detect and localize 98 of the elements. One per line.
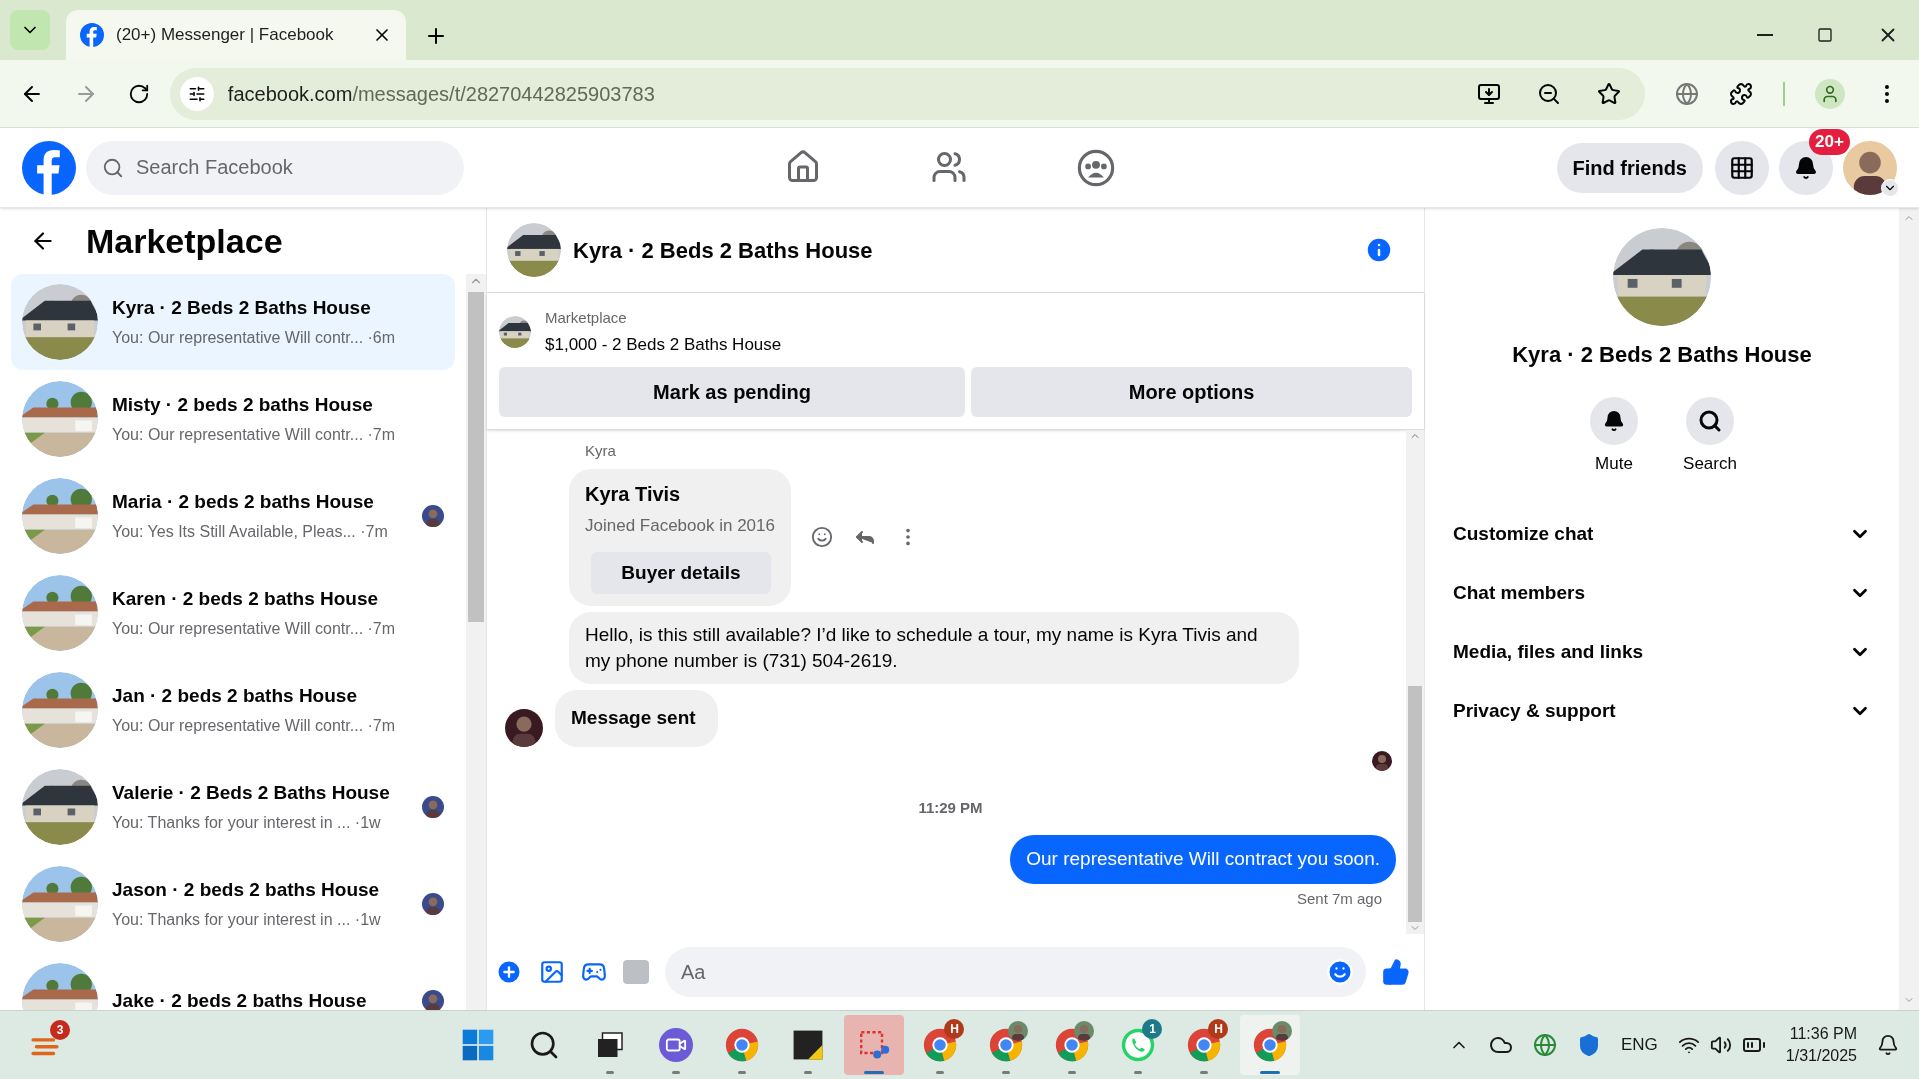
- add-icon[interactable]: [495, 958, 523, 986]
- profile-icon[interactable]: [1815, 78, 1845, 109]
- message-preview: You: Our representative Will contr... ·7m: [112, 425, 396, 446]
- find-friends-button[interactable]: Find friends: [1556, 142, 1703, 193]
- browser-tab[interactable]: (20+) Messenger | Facebook: [66, 10, 406, 60]
- accordion-item[interactable]: Media, files and links: [1447, 622, 1877, 682]
- message-bubble: Hello, is this still available? I’d like to schedule a tour, my name is Kyra Tivis and my phone number is (731) 504-2619.: [569, 612, 1299, 684]
- bookmark-star-icon[interactable]: [1597, 81, 1622, 106]
- running-indicator: [1134, 1071, 1143, 1074]
- conversation-name: Karen · 2 beds 2 baths House: [112, 586, 380, 611]
- notification-badge: 3: [50, 1020, 70, 1040]
- address-bar[interactable]: facebook.com/messages/t/28270442825903783: [169, 67, 1646, 120]
- task-view-icon[interactable]: [595, 1030, 626, 1060]
- bell-icon: [1603, 410, 1625, 432]
- extensions-icon[interactable]: [1729, 81, 1754, 106]
- conversation-item[interactable]: Kyra · 2 Beds 2 Baths House You: Our representative Will contr... ·6m: [11, 274, 455, 370]
- globe-icon[interactable]: [1675, 81, 1700, 106]
- message-preview: You: Thanks for your interest in ... ·1w: [112, 910, 381, 931]
- snipping-tool-icon[interactable]: [858, 1029, 891, 1061]
- notification-badge: 20+: [1809, 128, 1850, 155]
- apps-grid-icon: [1729, 154, 1755, 181]
- globe-icon[interactable]: [1532, 1033, 1557, 1057]
- tab-title: (20+) Messenger | Facebook: [116, 24, 335, 47]
- buyer-details-button[interactable]: Buyer details: [591, 552, 771, 594]
- chrome-icon[interactable]: [725, 1028, 760, 1062]
- details-title: Kyra · 2 Beds 2 Baths House: [1512, 341, 1812, 369]
- windows-icon[interactable]: [461, 1028, 496, 1062]
- search-field[interactable]: Search Facebook: [86, 140, 464, 195]
- conversation-item[interactable]: Valerie · 2 Beds 2 Baths House You: Thanks for your interest in ... ·1w: [11, 759, 455, 855]
- bell-icon: [1794, 155, 1818, 180]
- message-bubble: Message sent: [555, 690, 718, 747]
- restore-icon[interactable]: [1817, 27, 1833, 43]
- scrollbar[interactable]: [466, 274, 486, 1010]
- listing-action-button[interactable]: Mark as pending: [499, 367, 965, 417]
- conversation-item[interactable]: Misty · 2 beds 2 baths House You: Our representative Will contr... ·7m: [11, 371, 455, 467]
- zoom-icon[interactable]: [1537, 81, 1562, 106]
- message-preview: You: Yes Its Still Available, Pleas... ·7m: [112, 522, 388, 543]
- facebook-logo-icon: [80, 23, 104, 47]
- running-indicator: [1068, 1071, 1077, 1074]
- search-icon: [1698, 409, 1722, 433]
- accordion-item[interactable]: Customize chat: [1447, 504, 1877, 564]
- profile-subtitle: Joined Facebook in 2016: [585, 514, 775, 537]
- info-icon[interactable]: [1364, 235, 1394, 265]
- conversation-name: Kyra · 2 Beds 2 Baths House: [112, 295, 372, 320]
- message-timestamp: 11:29 PM: [918, 797, 983, 818]
- notification-badge: H: [1208, 1019, 1229, 1039]
- volume-icon[interactable]: [1709, 1034, 1732, 1056]
- react-icon[interactable]: [811, 526, 833, 549]
- conversation-name: Maria · 2 beds 2 baths House: [112, 489, 375, 514]
- reload-icon[interactable]: [127, 82, 150, 105]
- video-chat-icon[interactable]: [659, 1028, 694, 1062]
- conversation-name: Valerie · 2 Beds 2 Baths House: [112, 780, 391, 805]
- chat-title: Kyra · 2 Beds 2 Baths House: [573, 236, 874, 265]
- profile-name: Kyra Tivis: [585, 481, 682, 507]
- notification-badge: 1: [1142, 1019, 1163, 1039]
- conversation-item[interactable]: Maria · 2 beds 2 baths House You: Yes Its Still Available, Pleas... ·7m: [11, 468, 455, 564]
- like-icon[interactable]: [1382, 958, 1410, 986]
- conversation-item[interactable]: Jason · 2 beds 2 baths House You: Thanks for your interest in ... ·1w: [11, 856, 455, 952]
- accordion-item[interactable]: Chat members: [1447, 563, 1877, 623]
- conversation-item[interactable]: Jan · 2 beds 2 baths House You: Our representative Will contr... ·7m: [11, 662, 455, 758]
- listing-action-button[interactable]: More options: [971, 367, 1412, 417]
- accordion-item[interactable]: Privacy & support: [1447, 681, 1877, 741]
- listing-title: $1,000 - 2 Beds 2 Baths House: [545, 333, 782, 356]
- message-preview: You: Our representative Will contr... ·7m: [112, 619, 396, 640]
- message-status: Sent 7m ago: [1296, 888, 1382, 909]
- running-indicator: [936, 1071, 945, 1074]
- sticky-notes-icon[interactable]: [792, 1029, 825, 1061]
- running-indicator: [1002, 1071, 1011, 1074]
- clock[interactable]: 11:36 PM 1/31/2025: [1785, 1023, 1857, 1067]
- message-bubble: Our representative Will contract you soon.: [1010, 835, 1396, 884]
- running-indicator: [1200, 1071, 1209, 1074]
- url-text: facebook.com/messages/t/28270442825903783: [227, 81, 656, 107]
- facebook-logo-icon[interactable]: [22, 140, 76, 195]
- message-preview: You: Our representative Will contr... ·7m: [112, 716, 396, 737]
- running-indicator: [804, 1071, 813, 1074]
- language-indicator[interactable]: ENG: [1620, 1032, 1658, 1058]
- sender-name: Kyra: [585, 441, 617, 461]
- running-indicator: [672, 1071, 681, 1074]
- message-input[interactable]: Aa: [665, 947, 1366, 997]
- photo-icon[interactable]: [539, 959, 565, 985]
- running-indicator: [738, 1071, 747, 1074]
- notification-bell-icon[interactable]: [1877, 1034, 1899, 1056]
- search-icon: [102, 156, 124, 179]
- conversation-name: Jan · 2 beds 2 baths House: [112, 683, 358, 708]
- menu-button[interactable]: [1715, 140, 1769, 195]
- conversation-item[interactable]: Karen · 2 beds 2 baths House You: Our representative Will contr... ·7m: [11, 565, 455, 661]
- notification-badge: H: [944, 1019, 965, 1039]
- install-icon[interactable]: [1477, 81, 1502, 106]
- conversation-name: Jake · 2 beds 2 baths House: [112, 988, 368, 1010]
- listing-source: Marketplace: [545, 308, 628, 328]
- message-preview: You: Thanks for your interest in ... ·1w: [112, 813, 381, 834]
- site-settings-icon[interactable]: [187, 84, 206, 103]
- running-indicator: [606, 1071, 615, 1074]
- conversation-name: Jason · 2 beds 2 baths House: [112, 877, 381, 902]
- conversation-name: Misty · 2 beds 2 baths House: [112, 392, 374, 417]
- sidebar-title: Marketplace: [86, 220, 283, 262]
- message-preview: You: Our representative Will contr... ·6m: [112, 328, 396, 349]
- groups-icon[interactable]: [1077, 148, 1116, 187]
